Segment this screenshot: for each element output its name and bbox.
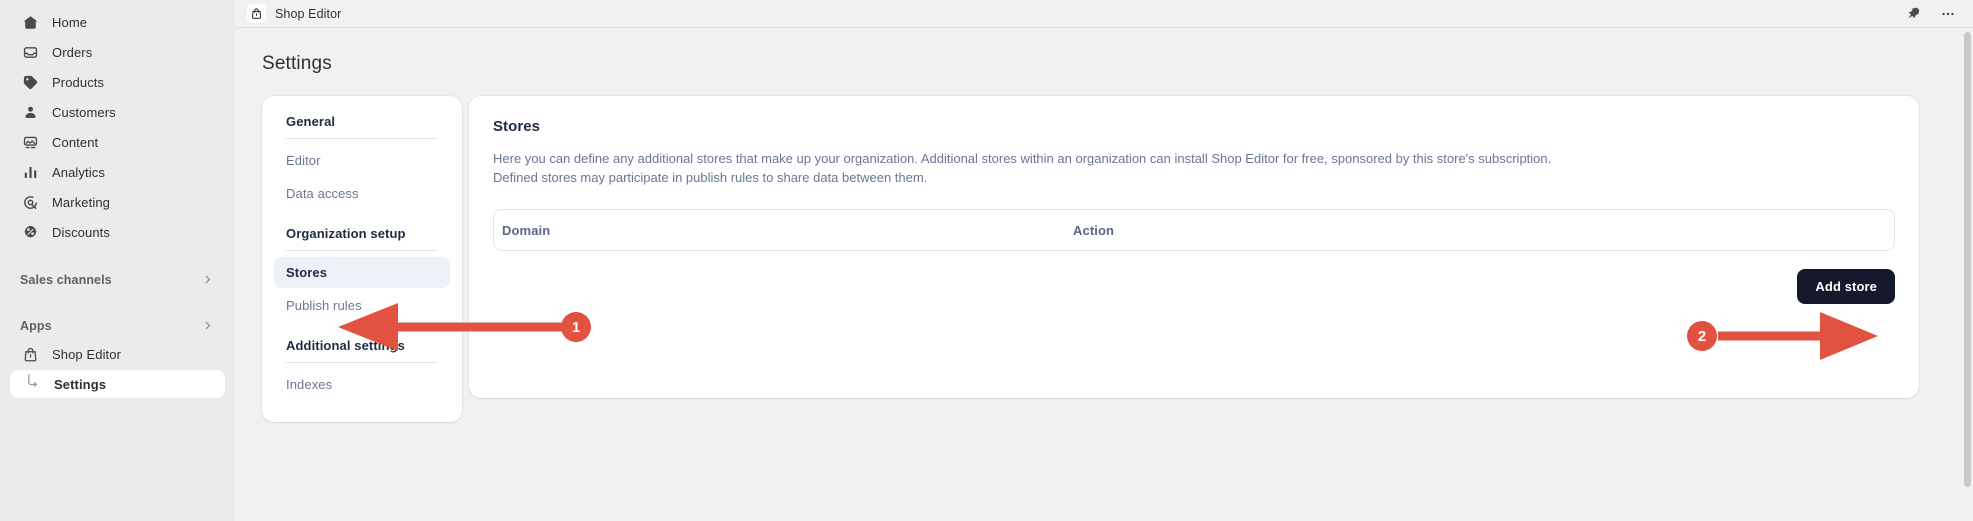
settings-section-title: Organization setup xyxy=(286,226,406,241)
sidebar-item-marketing[interactable]: Marketing xyxy=(10,188,225,216)
sidebar-group-sales-channels[interactable]: Sales channels xyxy=(10,266,225,294)
app-root: Home Orders Products Customers Content A… xyxy=(0,0,1973,521)
vertical-scrollbar[interactable] xyxy=(1964,32,1971,519)
settings-nav-item-editor[interactable]: Editor xyxy=(274,145,450,176)
sidebar-group-apps[interactable]: Apps xyxy=(10,312,225,340)
sidebar-item-customers[interactable]: Customers xyxy=(10,98,225,126)
stores-card-title: Stores xyxy=(493,118,540,135)
customers-person-icon xyxy=(20,102,40,122)
sidebar-item-label: Content xyxy=(52,134,99,150)
sidebar-item-label: Settings xyxy=(54,376,107,392)
sidebar-group-label: Sales channels xyxy=(20,273,112,287)
home-icon xyxy=(20,12,40,32)
sidebar-item-home[interactable]: Home xyxy=(10,8,225,36)
sidebar-item-label: Customers xyxy=(52,104,116,120)
chevron-right-icon xyxy=(201,319,215,333)
shop-bag-icon xyxy=(20,344,40,364)
app-topbar: Shop Editor xyxy=(235,0,1973,28)
sidebar-item-shop-editor[interactable]: Shop Editor xyxy=(10,340,225,368)
column-header-domain: Domain xyxy=(502,222,551,238)
sidebar-item-label: Analytics xyxy=(52,164,105,180)
scrollbar-thumb[interactable] xyxy=(1964,32,1971,487)
settings-nav-item-indexes[interactable]: Indexes xyxy=(274,369,450,400)
sidebar-item-label: Orders xyxy=(52,44,93,60)
analytics-bars-icon xyxy=(20,162,40,182)
products-tag-icon xyxy=(20,72,40,92)
content-image-icon xyxy=(20,132,40,152)
sidebar-group-label: Apps xyxy=(20,319,52,333)
settings-subnav: General Editor Data access Organization … xyxy=(262,96,462,422)
main-region: Shop Editor Settings General Editor Data… xyxy=(235,0,1973,521)
stores-card-description: Here you can define any additional store… xyxy=(493,151,1552,185)
add-store-button[interactable]: Add store xyxy=(1797,269,1895,304)
settings-nav-item-data-access[interactable]: Data access xyxy=(274,178,450,209)
marketing-target-icon xyxy=(20,192,40,212)
discounts-percent-icon xyxy=(20,222,40,242)
ellipsis-horizontal-icon[interactable] xyxy=(1939,5,1957,23)
orders-icon xyxy=(20,42,40,62)
topbar-app-identity: Shop Editor xyxy=(247,4,341,23)
page-title: Settings xyxy=(262,53,332,74)
sidebar-item-label: Discounts xyxy=(52,224,110,240)
sidebar-item-label: Marketing xyxy=(52,194,110,210)
sidebar-item-products[interactable]: Products xyxy=(10,68,225,96)
settings-nav-item-stores[interactable]: Stores xyxy=(274,257,450,288)
annotation-badge-2: 2 xyxy=(1687,321,1717,351)
chevron-right-icon xyxy=(201,273,215,287)
sidebar-item-settings[interactable]: Settings xyxy=(10,370,225,398)
branch-arrow-icon xyxy=(22,374,42,394)
stores-table-header: Domain Action xyxy=(493,209,1895,251)
sidebar-item-label: Home xyxy=(52,14,88,30)
annotation-badge-1: 1 xyxy=(561,312,591,342)
divider xyxy=(286,138,438,139)
settings-nav-item-publish-rules[interactable]: Publish rules xyxy=(274,290,450,321)
sidebar-item-discounts[interactable]: Discounts xyxy=(10,218,225,246)
settings-content: General Editor Data access Organization … xyxy=(262,96,1919,422)
sidebar-item-orders[interactable]: Orders xyxy=(10,38,225,66)
topbar-title: Shop Editor xyxy=(275,6,342,21)
stores-actions-row: Add store xyxy=(493,269,1895,304)
sidebar-item-analytics[interactable]: Analytics xyxy=(10,158,225,186)
column-header-action: Action xyxy=(1073,222,1115,238)
sidebar-item-label: Products xyxy=(52,74,105,90)
pin-icon[interactable] xyxy=(1905,5,1923,23)
divider xyxy=(286,250,438,251)
stores-card: Stores Here you can define any additiona… xyxy=(469,96,1919,398)
shop-bag-icon xyxy=(247,4,266,23)
sidebar-item-label: Shop Editor xyxy=(52,346,122,362)
primary-sidebar: Home Orders Products Customers Content A… xyxy=(0,0,235,521)
sidebar-item-content[interactable]: Content xyxy=(10,128,225,156)
settings-section-title: Additional settings xyxy=(286,338,405,353)
divider xyxy=(286,362,438,363)
topbar-actions xyxy=(1905,5,1957,23)
settings-section-title: General xyxy=(286,114,336,129)
